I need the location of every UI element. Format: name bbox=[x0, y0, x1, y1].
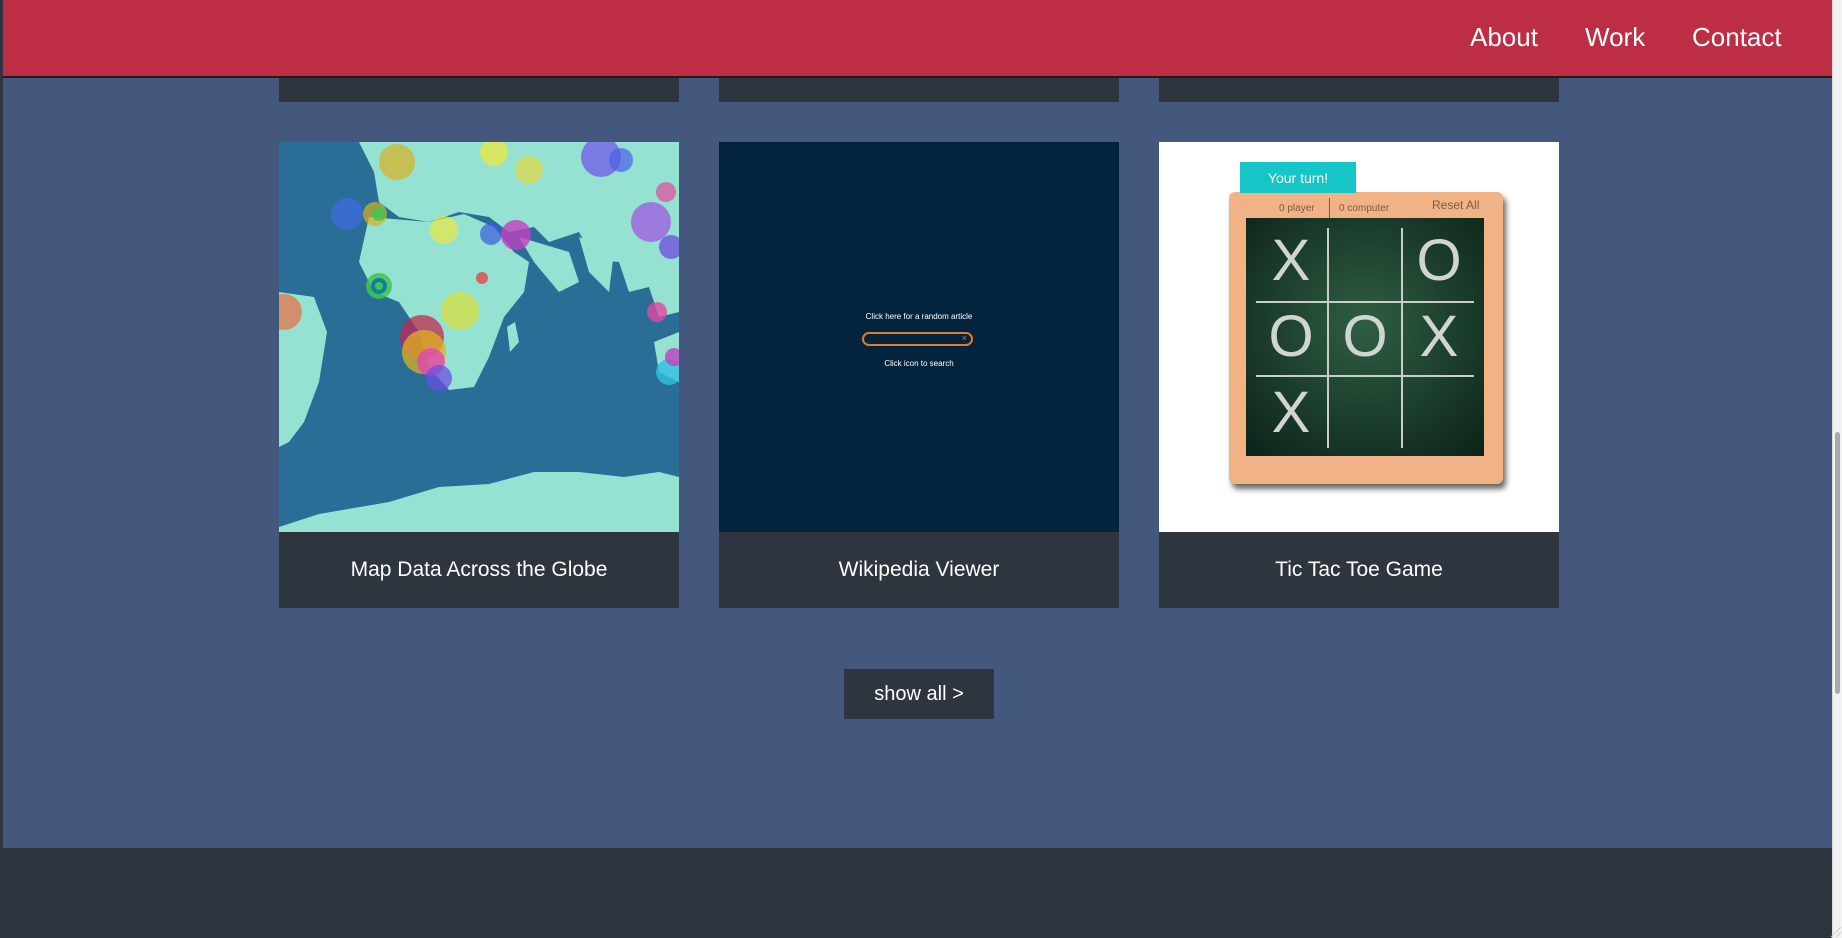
footer bbox=[3, 848, 1842, 938]
project-title[interactable]: Map Data Across the Globe bbox=[279, 532, 679, 608]
turn-badge: Your turn! bbox=[1240, 162, 1356, 193]
board-cell: O bbox=[1416, 228, 1462, 293]
board-cell bbox=[1332, 380, 1398, 446]
tictactoe-thumbnail: 0 player 0 computer Reset All X O O O X … bbox=[1159, 142, 1559, 532]
navbar: About Work Contact bbox=[3, 0, 1837, 78]
project-card-map[interactable]: Map Data Across the Globe bbox=[279, 142, 679, 608]
board-cell: O bbox=[1342, 304, 1388, 369]
project-title[interactable]: Wikipedia Viewer bbox=[719, 532, 1119, 608]
search-hint: Click icon to search bbox=[884, 359, 954, 368]
board-cell bbox=[1332, 228, 1398, 294]
score-divider bbox=[1329, 198, 1330, 220]
project-card-wikipedia[interactable]: Click here for a random article × Click … bbox=[719, 142, 1119, 608]
board-cell: X bbox=[1271, 380, 1311, 445]
board-frame: 0 player 0 computer Reset All X O O O X … bbox=[1229, 192, 1503, 484]
map-thumbnail bbox=[279, 142, 679, 532]
nav-link-work[interactable]: Work bbox=[1585, 22, 1645, 53]
nav-link-about[interactable]: About bbox=[1470, 22, 1538, 53]
random-article-link: Click here for a random article bbox=[865, 312, 973, 321]
player-score: 0 player bbox=[1279, 203, 1315, 214]
clear-icon: × bbox=[961, 333, 967, 343]
world-map-image bbox=[279, 142, 679, 532]
computer-score: 0 computer bbox=[1339, 203, 1390, 214]
wiki-search-box: × bbox=[862, 332, 973, 346]
board-cell: O bbox=[1268, 304, 1314, 369]
resize-grip-icon bbox=[1830, 926, 1842, 938]
show-all-button[interactable]: show all > bbox=[844, 669, 994, 719]
wikipedia-thumbnail: Click here for a random article × Click … bbox=[719, 142, 1119, 532]
page-left-edge bbox=[0, 0, 3, 938]
nav-link-contact[interactable]: Contact bbox=[1692, 22, 1782, 53]
project-card-tictactoe[interactable]: 0 player 0 computer Reset All X O O O X … bbox=[1159, 142, 1559, 608]
project-title[interactable]: Tic Tac Toe Game bbox=[1159, 532, 1559, 608]
scrollbar-thumb[interactable] bbox=[1835, 432, 1840, 694]
board-cell: X bbox=[1419, 304, 1459, 369]
board-cell bbox=[1406, 380, 1472, 446]
chalkboard: X O O O X X bbox=[1246, 218, 1484, 456]
board-cell: X bbox=[1271, 228, 1311, 293]
scrollbar[interactable] bbox=[1832, 0, 1842, 938]
reset-all-button: Reset All bbox=[1432, 198, 1480, 212]
